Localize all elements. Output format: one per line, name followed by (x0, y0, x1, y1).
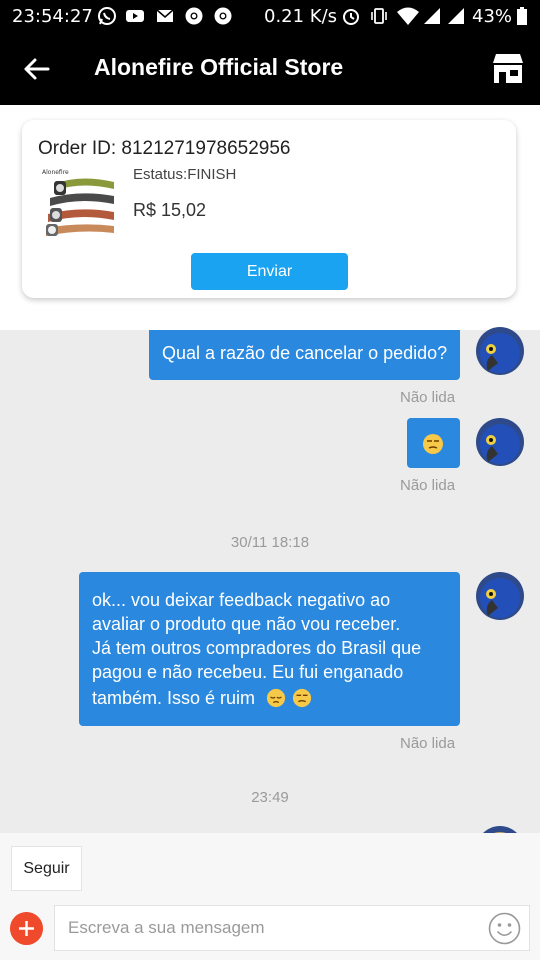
avatar[interactable] (476, 327, 524, 375)
avatar[interactable] (476, 418, 524, 466)
message-bubble[interactable]: ok... vou deixar feedback negativo ao av… (79, 572, 460, 726)
wifi-icon (397, 7, 419, 25)
read-status: Não lida (400, 389, 456, 406)
app-bar: Alonefire Official Store (0, 34, 540, 105)
order-price: R$ 15,02 (133, 200, 207, 220)
youtube-icon (126, 10, 144, 22)
whatsapp-icon (98, 7, 116, 25)
follow-button[interactable]: Seguir (11, 846, 82, 891)
signal-icon (448, 8, 464, 24)
plus-icon[interactable] (10, 912, 43, 945)
message-text: Qual a razão de cancelar o pedido? (162, 343, 448, 363)
avatar[interactable] (476, 572, 524, 620)
order-card[interactable]: Order ID: 8121271978652956 Alonefire Est… (22, 120, 516, 298)
order-card-section: Order ID: 8121271978652956 Alonefire Est… (0, 105, 540, 330)
svg-text:Alonefire: Alonefire (42, 169, 69, 176)
message-bubble[interactable]: Qual a razão de cancelar o pedido? (149, 330, 460, 380)
unamused-face-icon (292, 688, 312, 708)
order-id: Order ID: 8121271978652956 (38, 138, 291, 159)
message-line: também. Isso é ruim (92, 688, 256, 708)
pensive-face-icon (266, 688, 286, 708)
network-speed: 0.21 K/s (264, 6, 338, 27)
battery-percent: 43% (472, 6, 513, 27)
read-status: Não lida (400, 735, 456, 752)
read-status: Não lida (400, 477, 456, 494)
vibrate-icon (371, 8, 387, 24)
alarm-icon (343, 9, 359, 25)
status-time: 23:54:27 (12, 6, 93, 27)
unamused-face-icon (423, 434, 443, 454)
arrow-left-icon[interactable] (22, 54, 52, 84)
message-line-last: também. Isso é ruim (92, 684, 460, 710)
message-line: ok... vou deixar feedback negativo ao (92, 590, 391, 610)
store-title: Alonefire Official Store (94, 54, 344, 80)
status-bar: 23:54:27 0.21 K/s 43% (0, 0, 540, 34)
smiley-icon[interactable] (488, 912, 521, 945)
mail-icon (156, 9, 174, 22)
composer-bar: Seguir (0, 833, 540, 960)
store-icon[interactable] (490, 51, 526, 87)
chat-timestamp: 30/11 18:18 (230, 534, 310, 551)
message-line: pagou e não recebeu. Eu fui enganado (92, 662, 404, 682)
chat-timestamp: 23:49 (251, 789, 289, 806)
signal-icon (424, 8, 440, 24)
battery-icon (517, 7, 527, 25)
order-status: Estatus:FINISH (133, 166, 237, 183)
message-input[interactable] (54, 905, 530, 951)
chrome-icon (214, 7, 232, 25)
chrome-icon (185, 7, 203, 25)
message-line: avaliar o produto que não vou receber. (92, 614, 401, 634)
send-order-button[interactable]: Enviar (191, 253, 348, 290)
product-thumbnail: Alonefire (40, 166, 118, 240)
message-line: Já tem outros compradores do Brasil que (92, 638, 422, 658)
message-bubble[interactable] (407, 418, 460, 468)
